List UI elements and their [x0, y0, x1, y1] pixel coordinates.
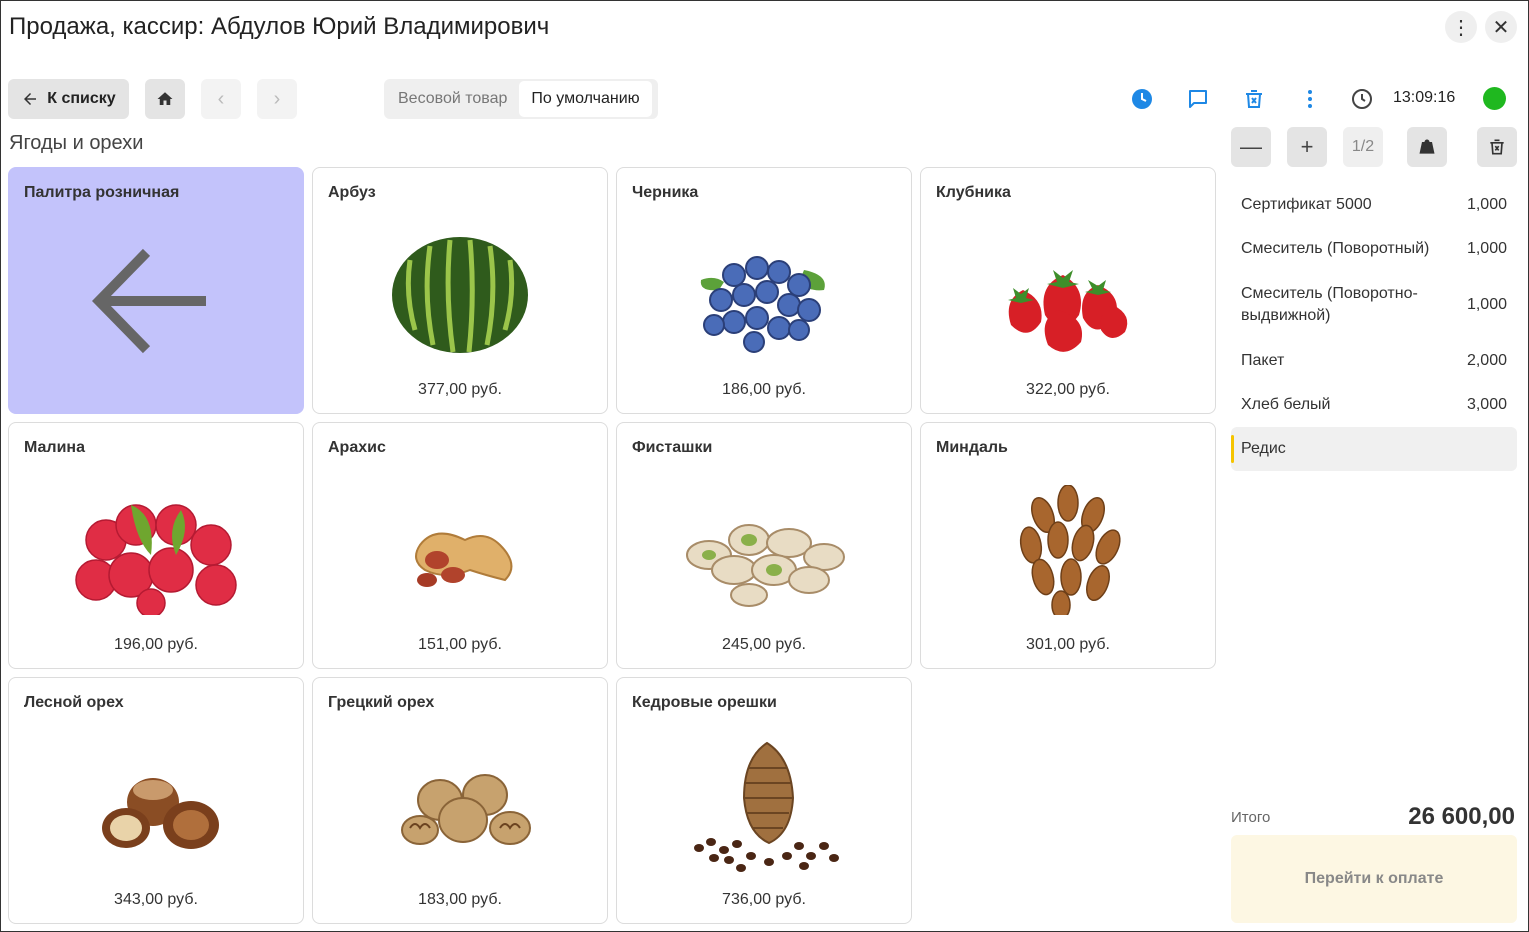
watermelon-image	[392, 237, 528, 353]
chevron-right-icon: ›	[273, 87, 281, 110]
prev-page-button[interactable]: ‹	[201, 79, 241, 119]
product-name: Кедровые орешки	[632, 694, 777, 711]
back-to-list-button[interactable]: К списку	[8, 79, 129, 119]
receipt-item[interactable]: Пакет 2,000	[1231, 339, 1517, 383]
product-price: 245,00 руб.	[722, 636, 806, 653]
product-grid: Палитра розничная Арбуз 377,00 руб. Черн…	[8, 167, 1216, 924]
receipt-item-name: Пакет	[1241, 352, 1285, 369]
product-price: 736,00 руб.	[722, 891, 806, 908]
total-label: Итого	[1231, 809, 1271, 826]
pistachio-image	[686, 524, 845, 607]
comment-icon[interactable]	[1184, 85, 1212, 113]
window-title: Продажа, кассир: Абдулов Юрий Владимиров…	[9, 13, 550, 40]
product-tile[interactable]: Кедровые орешки 736,00 руб.	[616, 677, 912, 924]
receipt-item-selected[interactable]: Редис	[1231, 427, 1517, 471]
product-name: Арбуз	[328, 184, 376, 201]
category-title: Ягоды и орехи	[9, 132, 144, 154]
receipt-item[interactable]: Сертификат 5000 1,000	[1231, 183, 1517, 227]
arrow-left-icon	[24, 93, 37, 105]
receipt-item-qty: 3,000	[1466, 396, 1507, 413]
product-name: Лесной орех	[24, 694, 124, 711]
product-price: 196,00 руб.	[114, 636, 198, 653]
minus-icon: —	[1240, 134, 1262, 159]
increase-qty-button[interactable]: +	[1287, 127, 1327, 167]
receipt-item-qty: 2,000	[1466, 352, 1507, 369]
home-button[interactable]	[145, 79, 185, 119]
product-name: Фисташки	[632, 439, 713, 456]
receipt-item-qty: 1,000	[1466, 240, 1507, 257]
almond-image	[1019, 485, 1121, 615]
hazelnut-image	[102, 778, 219, 849]
receipt-item-name: Редис	[1241, 440, 1286, 457]
chevron-left-icon: ‹	[217, 87, 225, 110]
weight-button[interactable]	[1407, 127, 1447, 167]
product-price: 151,00 руб.	[418, 636, 502, 653]
total-value: 26 600,00	[1408, 803, 1515, 830]
peanut-image	[415, 532, 513, 587]
product-price: 183,00 руб.	[418, 891, 502, 908]
tab-default[interactable]: По умолчанию	[519, 81, 652, 117]
product-price: 186,00 руб.	[722, 381, 806, 398]
product-name: Палитра розничная	[24, 184, 180, 201]
raspberry-image	[75, 504, 237, 615]
delete-item-button[interactable]	[1477, 127, 1517, 167]
receipt-item-name: Смеситель (Поворотно-выдвижной)	[1241, 285, 1418, 324]
receipt-page-indicator: 1/2	[1343, 127, 1383, 167]
product-tile[interactable]: Клубника 322,00 руб.	[920, 167, 1216, 414]
receipt-item-name: Сертификат 5000	[1241, 196, 1372, 213]
back-to-list-label: К списку	[47, 90, 116, 107]
receipt-list: Сертификат 5000 1,000 Смеситель (Поворот…	[1231, 183, 1517, 471]
product-price: 377,00 руб.	[418, 381, 502, 398]
product-tile[interactable]: Арахис 151,00 руб.	[312, 422, 608, 669]
receipt-item[interactable]: Смеситель (Поворотно-выдвижной) 1,000	[1231, 271, 1517, 339]
more-vert-icon[interactable]: ⋮	[1445, 11, 1477, 43]
clock-icon	[1348, 85, 1376, 113]
receipt-item[interactable]: Хлеб белый 3,000	[1231, 383, 1517, 427]
plus-icon: +	[1300, 134, 1314, 159]
blueberry-image	[700, 256, 825, 353]
next-page-button[interactable]: ›	[257, 79, 297, 119]
delete-receipt-icon[interactable]	[1240, 85, 1268, 113]
product-name: Миндаль	[936, 439, 1008, 456]
receipt-item-name: Хлеб белый	[1241, 396, 1331, 413]
product-tile[interactable]: Лесной орех 343,00 руб.	[8, 677, 304, 924]
product-price: 301,00 руб.	[1026, 636, 1110, 653]
more-options-icon[interactable]	[1296, 85, 1324, 113]
product-price: 343,00 руб.	[114, 891, 198, 908]
category-tabs: Весовой товар По умолчанию	[384, 79, 658, 119]
product-tile-palette[interactable]: Палитра розничная	[8, 167, 304, 414]
product-name: Малина	[24, 439, 85, 456]
strawberry-image	[1008, 270, 1128, 352]
receipt-item-qty: 1,000	[1466, 296, 1507, 313]
product-name: Грецкий орех	[328, 694, 435, 711]
receipt-item-name: Смеситель (Поворотный)	[1241, 240, 1430, 257]
tab-weight-goods[interactable]: Весовой товар	[386, 81, 519, 117]
receipt-item-qty: 1,000	[1466, 196, 1507, 213]
trash-icon	[1490, 139, 1504, 155]
connection-status-indicator	[1483, 87, 1506, 110]
product-tile[interactable]: Малина 196,00 руб.	[8, 422, 304, 669]
product-name: Клубника	[936, 184, 1011, 201]
receipt-item[interactable]: Смеситель (Поворотный) 1,000	[1231, 227, 1517, 271]
product-tile[interactable]: Грецкий орех 183,00 руб.	[312, 677, 608, 924]
home-icon	[157, 92, 173, 105]
walnut-image	[401, 774, 531, 845]
app-window: Продажа, кассир: Абдулов Юрий Владимиров…	[0, 0, 1529, 932]
current-time: 13:09:16	[1393, 89, 1456, 106]
product-tile[interactable]: Фисташки 245,00 руб.	[616, 422, 912, 669]
close-icon[interactable]: ✕	[1485, 11, 1517, 43]
weight-icon	[1419, 139, 1435, 154]
product-tile[interactable]: Черника 186,00 руб.	[616, 167, 912, 414]
history-clock-icon[interactable]	[1128, 85, 1156, 113]
product-name: Арахис	[328, 439, 386, 456]
decrease-qty-button[interactable]: —	[1231, 127, 1271, 167]
product-tile[interactable]: Арбуз 377,00 руб.	[312, 167, 608, 414]
product-tile[interactable]: Миндаль 301,00 руб.	[920, 422, 1216, 669]
product-price: 322,00 руб.	[1026, 381, 1110, 398]
go-to-payment-button[interactable]: Перейти к оплате	[1231, 835, 1517, 923]
product-name: Черника	[632, 184, 699, 201]
pinenut-image	[694, 741, 839, 872]
arrow-back-icon	[92, 248, 206, 354]
